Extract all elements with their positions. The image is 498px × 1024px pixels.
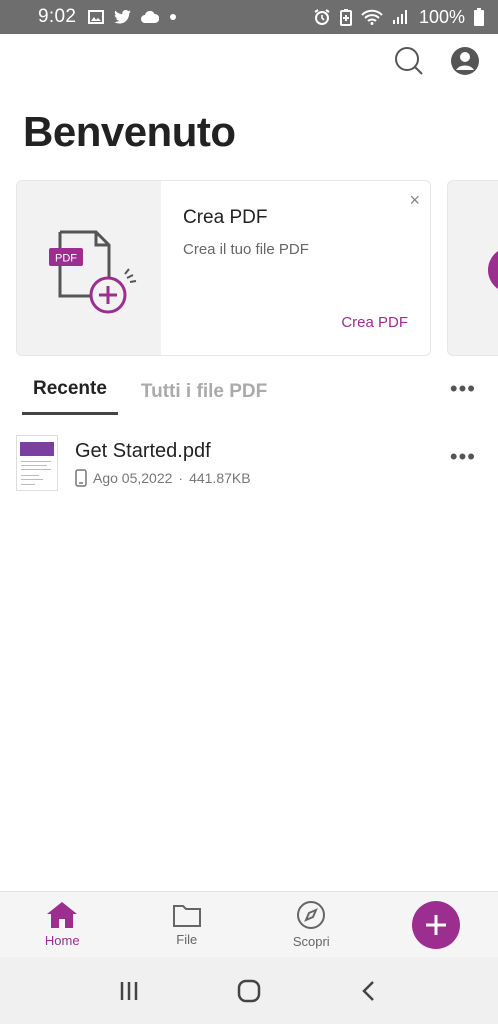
cloud-icon [141,11,160,23]
battery-percent: 100% [418,6,465,27]
file-size: 441.87KB [189,469,251,486]
home-icon [47,902,78,928]
folder-icon [172,905,201,927]
account-button[interactable] [448,44,482,78]
page-title: Benvenuto [23,108,236,155]
dot-icon [170,14,177,20]
system-nav [0,957,498,1024]
battery-saver-icon [339,9,352,26]
status-time: 9:02 [38,6,77,27]
nav-create [374,892,498,957]
create-pdf-card[interactable]: PDF Crea PDF Crea il tuo file PDF Crea P… [16,180,431,356]
back-icon[interactable] [357,979,381,1003]
twitter-icon [114,10,132,24]
bottom-nav: Home File Scopri [0,891,498,957]
meta-separator: · [178,469,184,486]
create-fab-button[interactable] [411,900,460,949]
nav-file[interactable]: File [125,892,250,957]
battery-icon [474,8,484,26]
file-name: Get Started.pdf [75,439,211,462]
file-meta: Ago 05,2022 · 441.87KB [75,468,251,487]
create-pdf-title: Crea PDF [183,207,268,228]
file-info: Get Started.pdf Ago 05,2022 · 441.87KB [75,440,251,487]
tab-recente[interactable]: Recente [22,378,118,415]
create-pdf-description: Crea il tuo file PDF [183,241,309,258]
nav-scopri[interactable]: Scopri [249,892,374,957]
close-card-button[interactable]: × [409,191,420,209]
nav-scopri-label: Scopri [292,934,330,949]
wifi-icon [361,9,383,25]
file-thumbnail [16,435,58,491]
tab-tutti-i-file[interactable]: Tutti i file PDF [130,381,278,415]
search-button[interactable] [392,44,426,78]
compass-icon [297,901,326,929]
create-pdf-illustration: PDF [17,181,161,355]
nav-home[interactable]: Home [0,892,125,957]
file-date: Ago 05,2022 [93,469,173,486]
status-left-icons [88,10,177,24]
tabs-more-button[interactable]: ••• [450,376,476,402]
home-circle-icon[interactable] [236,978,262,1004]
pdf-badge-text: PDF [55,253,77,265]
phone-icon [75,468,87,487]
nav-home-label: Home [44,933,80,948]
file-tabs: Recente Tutti i file PDF [22,378,278,415]
create-pdf-card-body: Crea PDF Crea il tuo file PDF Crea PDF × [161,181,430,355]
search-icon [395,47,423,75]
nav-file-label: File [176,932,198,947]
image-icon [88,10,105,24]
account-icon [451,47,479,75]
file-row[interactable]: Get Started.pdf Ago 05,2022 · 441.87KB [16,432,482,494]
create-pdf-icon: PDF [49,230,137,314]
file-more-button[interactable]: ••• [450,444,476,470]
alarm-icon [314,9,330,25]
status-right-icons: 100% [313,7,484,28]
header-actions [392,44,482,78]
next-card-peek[interactable] [447,180,498,356]
next-card-icon [488,247,498,293]
plus-icon [425,914,446,935]
recents-icon[interactable] [117,979,141,1003]
create-pdf-link[interactable]: Crea PDF [341,314,408,331]
close-icon: × [409,190,420,210]
status-bar: 9:02 100% [0,0,498,34]
signal-icon [392,10,407,24]
